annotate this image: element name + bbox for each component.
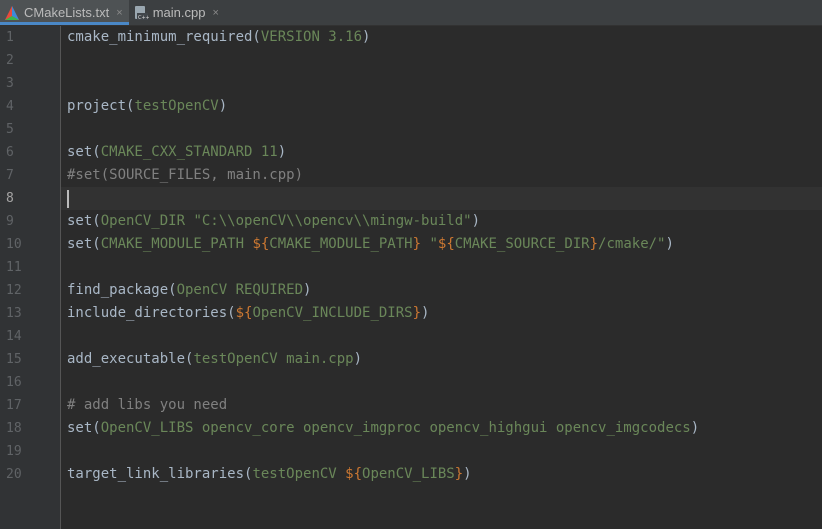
code-token: OpenCV_INCLUDE_DIRS <box>252 305 413 321</box>
line-number: 5 <box>6 122 14 137</box>
code-token: include_directories( <box>67 305 236 321</box>
code-token: "C:\\openCV\\opencv\\mingw-build" <box>193 213 472 229</box>
close-icon[interactable]: × <box>116 7 122 19</box>
code-token: } <box>454 466 464 482</box>
svg-text:C++: C++ <box>138 15 149 21</box>
text-caret <box>67 190 69 208</box>
code-token: set( <box>67 420 101 436</box>
code-token: ) <box>277 144 287 160</box>
code-line[interactable]: set(CMAKE_CXX_STANDARD 11) <box>67 141 286 164</box>
code-token: ) <box>665 236 674 252</box>
code-token: OpenCV_LIBS opencv_core opencv_imgproc o… <box>100 420 691 436</box>
code-token: OpenCV_DIR <box>100 213 194 229</box>
code-token: OpenCV_LIBS <box>362 466 455 482</box>
code-token: VERSION 3.16 <box>260 29 363 45</box>
tab-cmakelists[interactable]: CMakeLists.txt × <box>0 0 129 25</box>
line-number: 18 <box>6 421 22 436</box>
line-number: 3 <box>6 76 14 91</box>
line-number: 10 <box>6 237 22 252</box>
code-token: set( <box>67 236 101 252</box>
line-number-gutter: 1 2 3 4 5 6 7 8 9 10 11 12 13 14 15 16 17 18 19 20 <box>0 26 61 529</box>
code-line[interactable]: add_executable(testOpenCV main.cpp) <box>67 348 362 371</box>
code-token: ) <box>303 282 312 298</box>
line-number: 16 <box>6 375 22 390</box>
code-line[interactable]: include_directories(${OpenCV_INCLUDE_DIR… <box>67 302 429 325</box>
code-token: # add libs you need <box>67 397 228 413</box>
editor-tab-bar: CMakeLists.txt × C++ main.cpp × <box>0 0 822 26</box>
code-token: CMAKE_MODULE_PATH <box>269 236 413 252</box>
code-token: target_link_libraries( <box>67 466 253 482</box>
code-editor[interactable]: cmake_minimum_required(VERSION 3.16) proj… <box>61 26 822 529</box>
code-token: testOpenCV <box>252 466 346 482</box>
code-line[interactable]: #set(SOURCE_FILES, main.cpp) <box>67 164 303 187</box>
code-token: } <box>589 236 599 252</box>
code-line[interactable]: project(testOpenCV) <box>67 95 227 118</box>
line-number: 12 <box>6 283 22 298</box>
code-token: CMAKE_MODULE_PATH <box>100 236 253 252</box>
line-number: 15 <box>6 352 22 367</box>
code-token: ) <box>362 29 371 45</box>
code-token: OpenCV REQUIRED <box>176 282 304 298</box>
code-line[interactable]: cmake_minimum_required(VERSION 3.16) <box>67 26 370 49</box>
line-number: 11 <box>6 260 22 275</box>
code-line[interactable]: # add libs you need <box>67 394 227 417</box>
close-icon[interactable]: × <box>212 7 218 19</box>
code-token: CMAKE_SOURCE_DIR <box>454 236 590 252</box>
code-token: ) <box>421 305 430 321</box>
tab-label: CMakeLists.txt <box>24 5 110 20</box>
code-token: ${ <box>252 236 270 252</box>
code-token: " <box>421 236 438 252</box>
code-line[interactable]: target_link_libraries(testOpenCV ${OpenC… <box>67 463 472 486</box>
code-token: CMAKE_CXX_STANDARD 11 <box>100 144 278 160</box>
line-number: 14 <box>6 329 22 344</box>
line-number: 7 <box>6 168 14 183</box>
code-token: add_executable( <box>67 351 194 367</box>
code-token: ${ <box>235 305 253 321</box>
line-number: 19 <box>6 444 22 459</box>
code-line[interactable]: set(CMAKE_MODULE_PATH ${CMAKE_MODULE_PAT… <box>67 233 674 256</box>
line-number: 17 <box>6 398 22 413</box>
line-number: 20 <box>6 467 22 482</box>
code-token: ) <box>218 98 228 114</box>
code-line[interactable]: find_package(OpenCV REQUIRED) <box>67 279 311 302</box>
code-token: } <box>412 236 422 252</box>
code-line[interactable]: set(OpenCV_DIR "C:\\openCV\\opencv\\ming… <box>67 210 480 233</box>
line-number: 1 <box>6 30 14 45</box>
code-token: testOpenCV <box>134 98 219 114</box>
code-token: #set(SOURCE_FILES, main.cpp) <box>67 167 304 183</box>
line-number: 4 <box>6 99 14 114</box>
code-token: set( <box>67 144 101 160</box>
code-token: } <box>412 305 422 321</box>
code-token: ) <box>471 213 481 229</box>
code-token: ) <box>463 466 472 482</box>
line-number: 6 <box>6 145 14 160</box>
code-token: ) <box>353 351 363 367</box>
line-number: 2 <box>6 53 14 68</box>
tab-label: main.cpp <box>152 5 206 20</box>
code-token: ${ <box>345 466 363 482</box>
line-number: 8 <box>6 191 14 206</box>
code-line[interactable]: set(OpenCV_LIBS opencv_core opencv_imgpr… <box>67 417 699 440</box>
current-line-highlight <box>61 187 822 210</box>
code-token: testOpenCV main.cpp <box>193 351 354 367</box>
code-token: find_package( <box>67 282 177 298</box>
tab-main-cpp[interactable]: C++ main.cpp × <box>129 0 225 25</box>
code-token: ) <box>690 420 700 436</box>
code-token: ${ <box>437 236 455 252</box>
code-token: /cmake/" <box>598 236 666 252</box>
cpp-file-icon: C++ <box>133 5 150 21</box>
code-token: cmake_minimum_required( <box>67 29 261 45</box>
code-token: set( <box>67 213 101 229</box>
line-number: 13 <box>6 306 22 321</box>
code-token: project( <box>67 98 135 114</box>
line-number: 9 <box>6 214 14 229</box>
cmake-icon <box>4 5 20 21</box>
